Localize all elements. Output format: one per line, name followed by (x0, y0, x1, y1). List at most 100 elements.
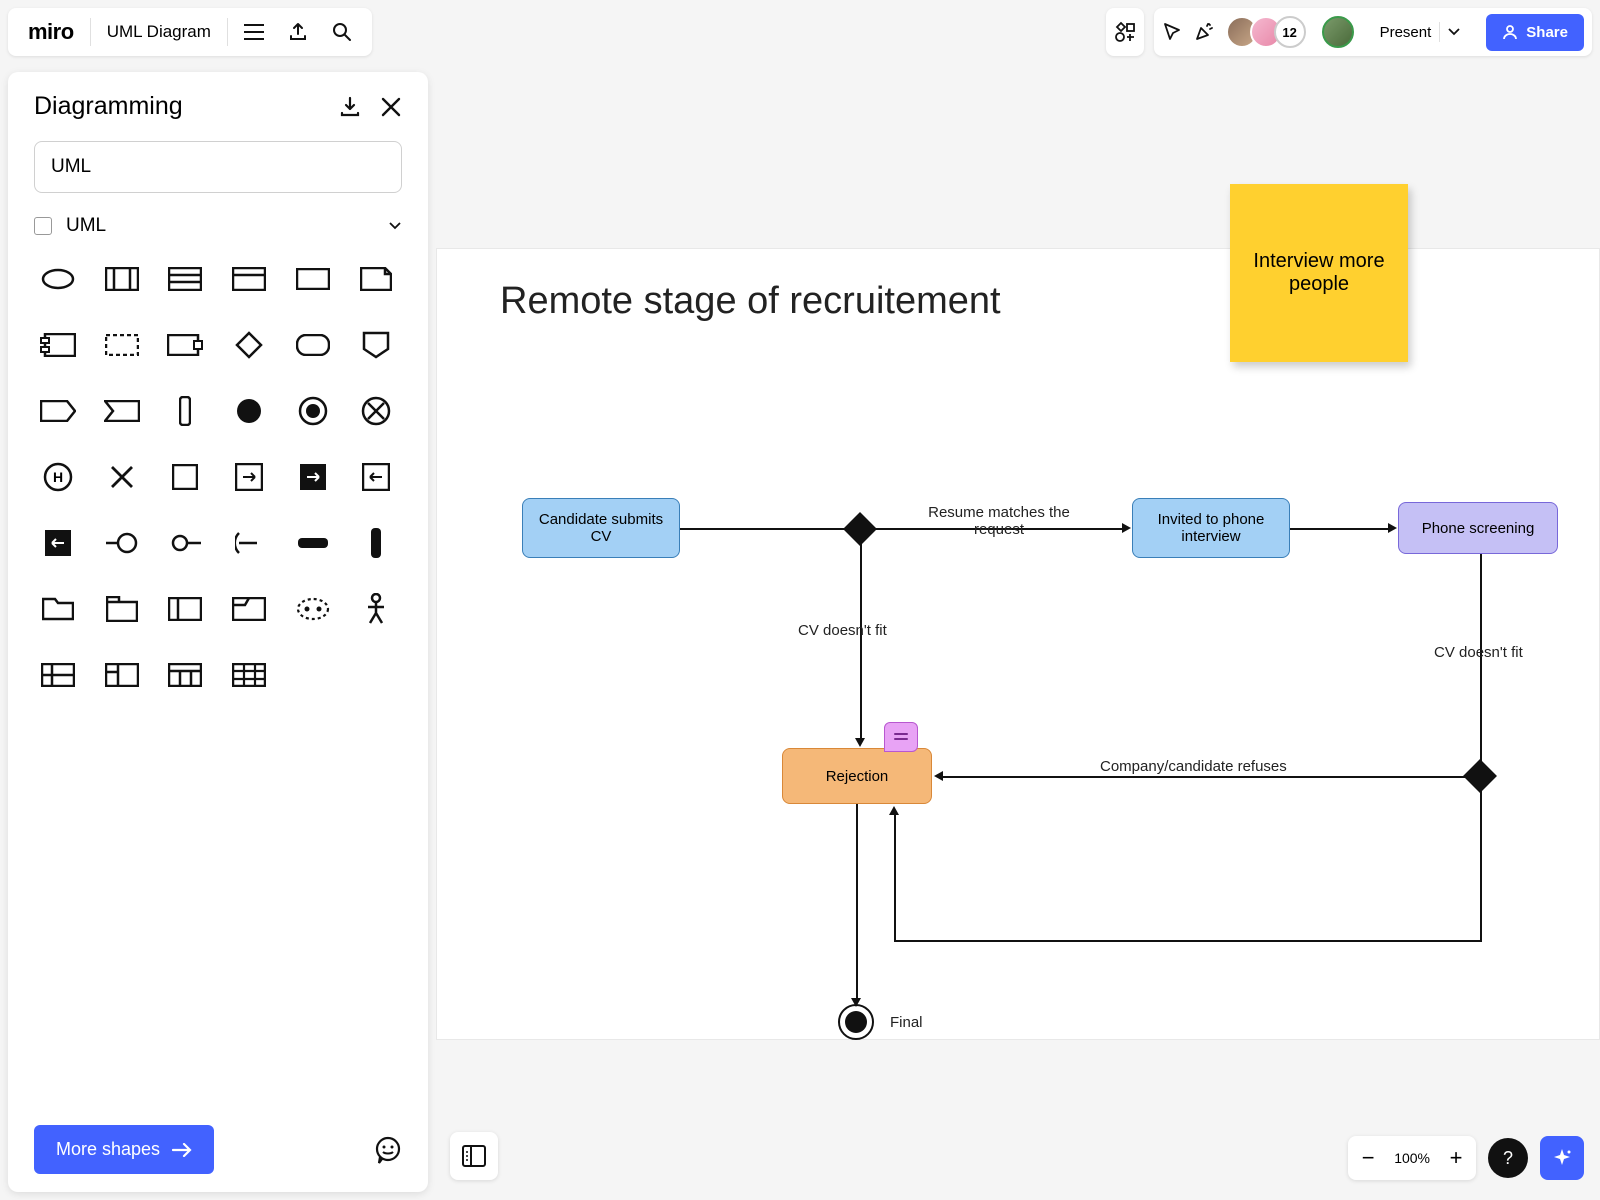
shape-circle-filled[interactable] (225, 387, 273, 435)
edge[interactable] (856, 804, 858, 1000)
collaborator-avatars[interactable]: 12 (1226, 16, 1306, 48)
apps-button[interactable] (1106, 8, 1144, 56)
shape-square-arrow-filled[interactable] (289, 453, 337, 501)
shape-frame-left[interactable] (161, 585, 209, 633)
shape-bar-v[interactable] (352, 519, 400, 567)
person-add-icon (1502, 24, 1518, 40)
shape-history[interactable]: H (34, 453, 82, 501)
edge[interactable] (1290, 528, 1390, 530)
shape-square-arrow-in-filled[interactable] (34, 519, 82, 567)
shape-ellipse[interactable] (34, 255, 82, 303)
present-label: Present (1380, 24, 1432, 41)
comment-icon (893, 732, 909, 742)
shape-table-3col[interactable] (161, 651, 209, 699)
zoom-controls: − 100% + (1348, 1136, 1476, 1180)
shape-package[interactable] (98, 585, 146, 633)
frames-panel-button[interactable] (450, 1132, 498, 1180)
present-dropdown[interactable] (1439, 22, 1468, 42)
cursor-icon (1162, 22, 1182, 42)
shape-required-interface[interactable] (161, 519, 209, 567)
shape-arc[interactable] (225, 519, 273, 567)
shape-table-corner[interactable] (98, 651, 146, 699)
zoom-level[interactable]: 100% (1388, 1150, 1436, 1166)
shape-table-2row[interactable] (34, 651, 82, 699)
edge[interactable] (942, 776, 1468, 778)
panel-title: Diagramming (34, 92, 183, 121)
shape-diamond[interactable] (225, 321, 273, 369)
panel-icon (462, 1145, 486, 1167)
more-shapes-label: More shapes (56, 1139, 160, 1160)
shape-signal-receive[interactable] (98, 387, 146, 435)
share-button[interactable]: Share (1486, 14, 1584, 51)
ai-assist-button[interactable] (1540, 1136, 1584, 1180)
shape-class-3row[interactable] (161, 255, 209, 303)
zoom-out-button[interactable]: − (1348, 1136, 1388, 1180)
help-button[interactable]: ? (1488, 1138, 1528, 1178)
reactions-button[interactable] (1194, 22, 1214, 42)
shape-circle-x[interactable] (352, 387, 400, 435)
feedback-button[interactable] (374, 1136, 402, 1164)
shape-folder[interactable] (34, 585, 82, 633)
node-rejection[interactable]: Rejection (782, 748, 932, 804)
node-candidate[interactable]: Candidate submits CV (522, 498, 680, 558)
more-shapes-button[interactable]: More shapes (34, 1125, 214, 1174)
frame-title[interactable]: Remote stage of recruitement (500, 280, 1001, 323)
final-state[interactable] (838, 1004, 874, 1040)
shape-shield[interactable] (352, 321, 400, 369)
shape-rounded-rect[interactable] (289, 321, 337, 369)
shape-final-state[interactable] (289, 387, 337, 435)
shape-class-header[interactable] (225, 255, 273, 303)
shape-rect[interactable] (289, 255, 337, 303)
zoom-in-button[interactable]: + (1436, 1136, 1476, 1180)
edge[interactable] (860, 540, 862, 740)
shape-x[interactable] (98, 453, 146, 501)
shape-table-grid[interactable] (225, 651, 273, 699)
shape-search-input[interactable] (34, 141, 402, 193)
edge[interactable] (1480, 788, 1482, 940)
menu-button[interactable] (232, 10, 276, 54)
download-icon (338, 95, 362, 119)
canvas-frame[interactable] (436, 248, 1600, 1040)
current-user-avatar[interactable] (1322, 16, 1354, 48)
shape-square-arrow-out[interactable] (225, 453, 273, 501)
export-icon (288, 22, 308, 42)
app-logo[interactable]: miro (16, 19, 86, 45)
shape-provided-interface[interactable] (98, 519, 146, 567)
hamburger-icon (244, 24, 264, 40)
shape-rect-dashed[interactable] (98, 321, 146, 369)
edge[interactable] (894, 940, 1482, 942)
import-button[interactable] (338, 95, 362, 119)
search-button[interactable] (320, 10, 364, 54)
shape-signal-send[interactable] (34, 387, 82, 435)
edge[interactable] (894, 814, 896, 942)
sparkle-icon (1551, 1147, 1573, 1169)
shape-square[interactable] (161, 453, 209, 501)
sticky-note[interactable]: Interview more people (1230, 184, 1408, 362)
export-button[interactable] (276, 10, 320, 54)
shape-class-3col[interactable] (98, 255, 146, 303)
shape-component[interactable] (34, 321, 82, 369)
node-screening[interactable]: Phone screening (1398, 502, 1558, 554)
shape-note[interactable] (352, 255, 400, 303)
shape-bar-h[interactable] (289, 519, 337, 567)
shape-activity-region[interactable] (289, 585, 337, 633)
comment-indicator[interactable] (884, 722, 918, 752)
shape-bar-vertical[interactable] (161, 387, 209, 435)
edge[interactable] (680, 528, 848, 530)
arrowhead-icon (1122, 523, 1131, 533)
shape-rect-port[interactable] (161, 321, 209, 369)
uml-category-toggle[interactable]: UML (8, 201, 428, 247)
shape-actor[interactable] (352, 585, 400, 633)
checkbox-icon[interactable] (34, 217, 52, 235)
avatar-overflow-count[interactable]: 12 (1274, 16, 1306, 48)
cursor-tool-button[interactable] (1162, 22, 1182, 42)
present-button[interactable]: Present (1366, 22, 1475, 42)
edge-label: Resume matches the request (914, 504, 1084, 538)
node-invited[interactable]: Invited to phone interview (1132, 498, 1290, 558)
shape-frame-corner[interactable] (225, 585, 273, 633)
board-title[interactable]: UML Diagram (95, 22, 223, 42)
chat-smile-icon (374, 1136, 402, 1164)
share-label: Share (1526, 24, 1568, 41)
shape-square-arrow-in[interactable] (352, 453, 400, 501)
close-panel-button[interactable] (380, 95, 402, 119)
